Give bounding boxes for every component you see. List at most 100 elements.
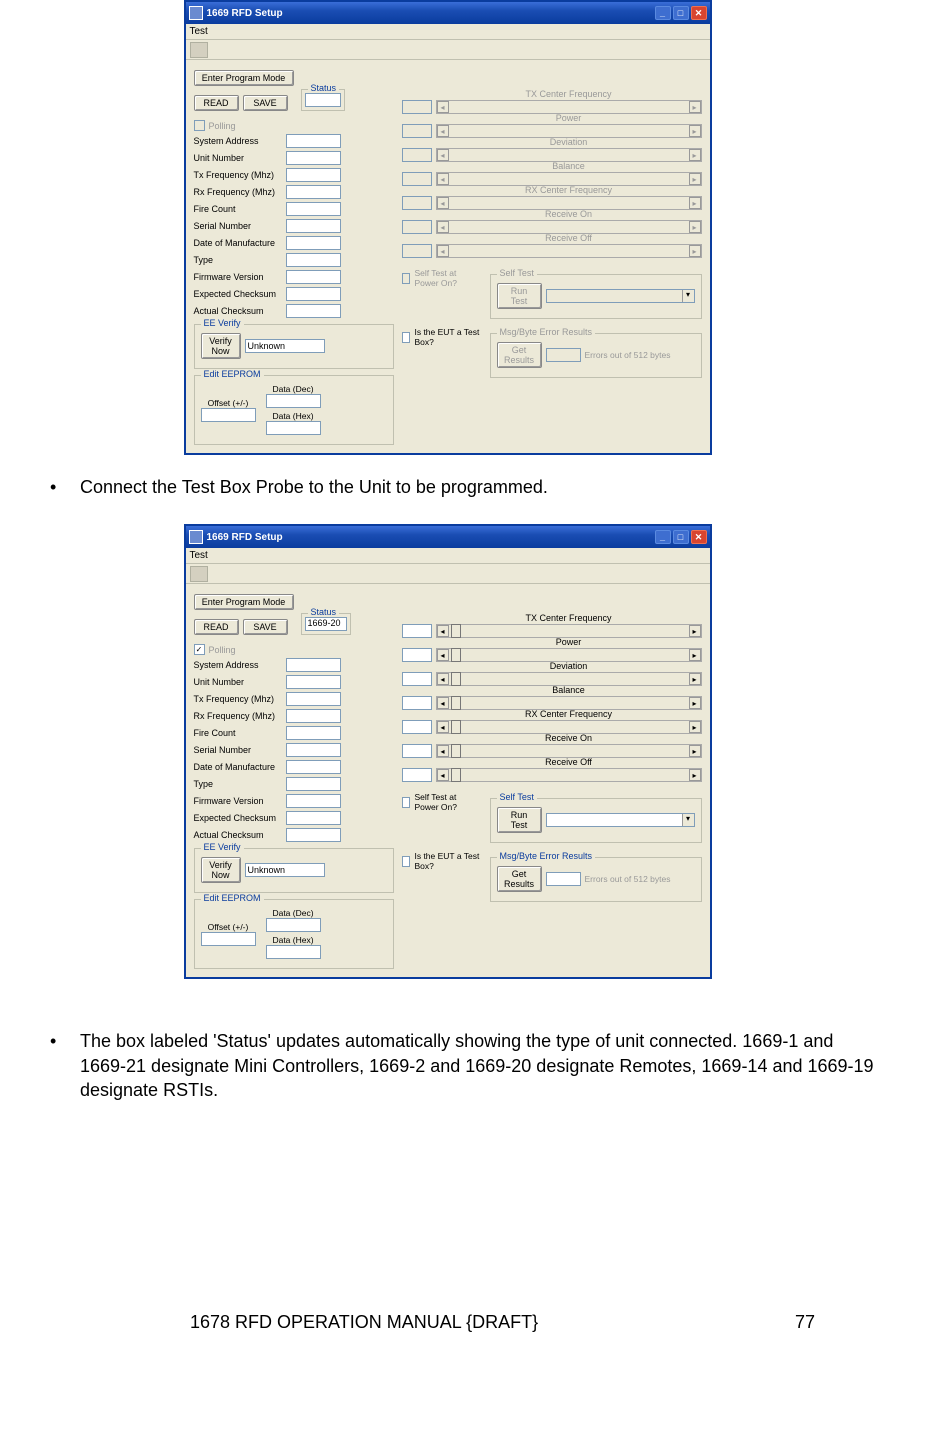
right-arrow-icon[interactable]: ▸ (689, 769, 701, 781)
firmware-version-field[interactable] (286, 794, 341, 808)
rx-center-frequency-slider[interactable]: ◂▸ (436, 720, 702, 734)
actual-checksum-field[interactable] (286, 828, 341, 842)
tx-center-frequency-value[interactable] (402, 100, 432, 114)
enter-program-mode-button[interactable]: Enter Program Mode (194, 594, 294, 610)
left-arrow-icon[interactable]: ◂ (437, 197, 449, 209)
power-slider[interactable]: ◂▸ (436, 648, 702, 662)
right-arrow-icon[interactable]: ▸ (689, 221, 701, 233)
tx-frequency-field[interactable] (286, 168, 341, 182)
verify-now-button[interactable]: Verify Now (201, 333, 241, 359)
close-button[interactable]: ✕ (691, 530, 707, 544)
self-test-select[interactable]: ▾ (546, 289, 695, 303)
left-arrow-icon[interactable]: ◂ (437, 149, 449, 161)
maximize-button[interactable]: □ (673, 530, 689, 544)
deviation-value[interactable] (402, 148, 432, 162)
right-arrow-icon[interactable]: ▸ (689, 245, 701, 257)
slider-thumb[interactable] (451, 720, 461, 734)
polling-checkbox[interactable]: ✓ (194, 644, 205, 655)
date-of-manufacture-field[interactable] (286, 236, 341, 250)
right-arrow-icon[interactable]: ▸ (689, 649, 701, 661)
receive-off-value[interactable] (402, 244, 432, 258)
verify-now-button[interactable]: Verify Now (201, 857, 241, 883)
tx-center-frequency-value[interactable] (402, 624, 432, 638)
menu-test[interactable]: Test (190, 26, 208, 37)
receive-on-slider[interactable]: ◂▸ (436, 744, 702, 758)
fire-count-field[interactable] (286, 726, 341, 740)
receive-on-value[interactable] (402, 744, 432, 758)
left-arrow-icon[interactable]: ◂ (437, 769, 449, 781)
balance-slider[interactable]: ◂▸ (436, 172, 702, 186)
actual-checksum-field[interactable] (286, 304, 341, 318)
slider-thumb[interactable] (451, 624, 461, 638)
save-button[interactable]: SAVE (243, 619, 288, 635)
unit-number-field[interactable] (286, 151, 341, 165)
is-eut-test-box-checkbox[interactable] (402, 856, 411, 867)
type-field[interactable] (286, 777, 341, 791)
serial-number-field[interactable] (286, 743, 341, 757)
data-hex-field[interactable] (266, 421, 321, 435)
slider-thumb[interactable] (451, 696, 461, 710)
get-results-button[interactable]: Get Results (497, 342, 542, 368)
self-test-power-on-checkbox[interactable] (402, 273, 411, 284)
serial-number-field[interactable] (286, 219, 341, 233)
fire-count-field[interactable] (286, 202, 341, 216)
minimize-button[interactable]: _ (655, 530, 671, 544)
receive-off-slider[interactable]: ◂▸ (436, 768, 702, 782)
read-button[interactable]: READ (194, 619, 239, 635)
left-arrow-icon[interactable]: ◂ (437, 245, 449, 257)
balance-value[interactable] (402, 172, 432, 186)
save-button[interactable]: SAVE (243, 95, 288, 111)
close-button[interactable]: ✕ (691, 6, 707, 20)
slider-thumb[interactable] (451, 672, 461, 686)
right-arrow-icon[interactable]: ▸ (689, 173, 701, 185)
deviation-slider[interactable]: ◂▸ (436, 148, 702, 162)
deviation-value[interactable] (402, 672, 432, 686)
self-test-select[interactable]: ▾ (546, 813, 695, 827)
run-test-button[interactable]: Run Test (497, 807, 542, 833)
rx-frequency-field[interactable] (286, 185, 341, 199)
minimize-button[interactable]: _ (655, 6, 671, 20)
right-arrow-icon[interactable]: ▸ (689, 697, 701, 709)
power-slider[interactable]: ◂▸ (436, 124, 702, 138)
toolbar-button[interactable] (190, 42, 208, 58)
menu-test[interactable]: Test (190, 550, 208, 561)
right-arrow-icon[interactable]: ▸ (689, 197, 701, 209)
rx-center-frequency-slider[interactable]: ◂▸ (436, 196, 702, 210)
receive-off-value[interactable] (402, 768, 432, 782)
data-dec-field[interactable] (266, 918, 321, 932)
run-test-button[interactable]: Run Test (497, 283, 542, 309)
left-arrow-icon[interactable]: ◂ (437, 697, 449, 709)
read-button[interactable]: READ (194, 95, 239, 111)
left-arrow-icon[interactable]: ◂ (437, 173, 449, 185)
rx-center-frequency-value[interactable] (402, 196, 432, 210)
expected-checksum-field[interactable] (286, 811, 341, 825)
tx-frequency-field[interactable] (286, 692, 341, 706)
left-arrow-icon[interactable]: ◂ (437, 125, 449, 137)
left-arrow-icon[interactable]: ◂ (437, 745, 449, 757)
tx-center-frequency-slider[interactable]: ◂▸ (436, 624, 702, 638)
rx-center-frequency-value[interactable] (402, 720, 432, 734)
enter-program-mode-button[interactable]: Enter Program Mode (194, 70, 294, 86)
offset-field[interactable] (201, 408, 256, 422)
slider-thumb[interactable] (451, 768, 461, 782)
self-test-power-on-checkbox[interactable] (402, 797, 411, 808)
unit-number-field[interactable] (286, 675, 341, 689)
power-value[interactable] (402, 648, 432, 662)
system-address-field[interactable] (286, 658, 341, 672)
balance-value[interactable] (402, 696, 432, 710)
right-arrow-icon[interactable]: ▸ (689, 149, 701, 161)
right-arrow-icon[interactable]: ▸ (689, 125, 701, 137)
left-arrow-icon[interactable]: ◂ (437, 721, 449, 733)
tx-center-frequency-slider[interactable]: ◂▸ (436, 100, 702, 114)
get-results-button[interactable]: Get Results (497, 866, 542, 892)
right-arrow-icon[interactable]: ▸ (689, 101, 701, 113)
type-field[interactable] (286, 253, 341, 267)
receive-on-value[interactable] (402, 220, 432, 234)
receive-on-slider[interactable]: ◂▸ (436, 220, 702, 234)
system-address-field[interactable] (286, 134, 341, 148)
right-arrow-icon[interactable]: ▸ (689, 625, 701, 637)
receive-off-slider[interactable]: ◂▸ (436, 244, 702, 258)
rx-frequency-field[interactable] (286, 709, 341, 723)
slider-thumb[interactable] (451, 648, 461, 662)
left-arrow-icon[interactable]: ◂ (437, 221, 449, 233)
